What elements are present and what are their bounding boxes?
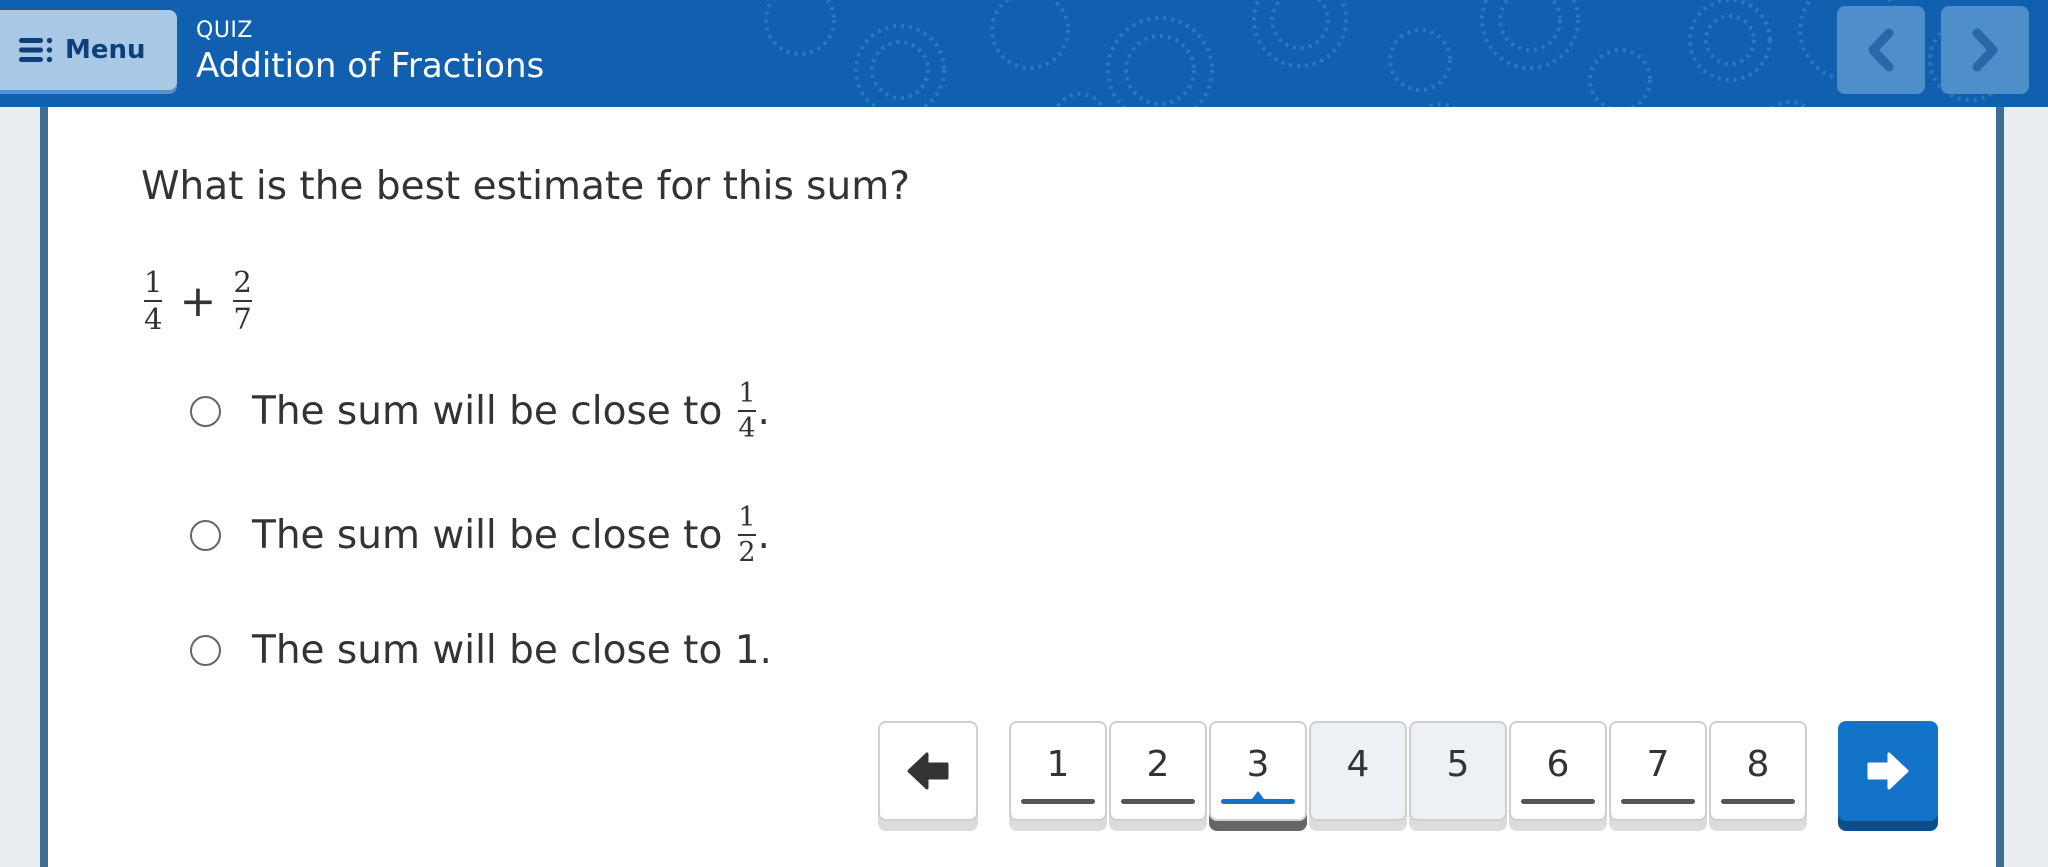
header-bar: Menu QUIZ Addition of Fractions — [0, 0, 2048, 107]
page-button-4[interactable]: 4 — [1309, 721, 1407, 821]
page-button-1[interactable]: 1 — [1009, 721, 1107, 821]
page-button-8[interactable]: 8 — [1709, 721, 1807, 821]
plus-sign: + — [179, 275, 217, 327]
radio-button[interactable] — [190, 635, 221, 666]
radio-button[interactable] — [190, 519, 221, 551]
page-button-2[interactable]: 2 — [1109, 721, 1207, 821]
current-page-indicator — [1221, 791, 1295, 804]
page-status-underline — [1021, 799, 1095, 804]
fraction-numerator: 1 — [738, 502, 756, 533]
page-title: Addition of Fractions — [196, 46, 545, 86]
option-text: The sum will be close to — [252, 512, 723, 558]
menu-list-icon — [19, 37, 53, 63]
page-status-underline — [1421, 799, 1495, 804]
option-text: The sum will be close to 1. — [252, 628, 772, 673]
arrow-left-icon — [907, 752, 949, 790]
menu-button[interactable]: Menu — [0, 10, 177, 90]
header-prev-button[interactable] — [1837, 6, 1925, 94]
fraction-numerator: 2 — [233, 265, 252, 299]
page-status-underline — [1121, 799, 1195, 804]
chevron-right-icon — [1972, 28, 1998, 72]
fraction-one-fourth: 1 4 — [144, 265, 163, 336]
fraction-two-sevenths: 2 7 — [233, 265, 252, 336]
page-number-label: 5 — [1446, 744, 1470, 785]
chevron-left-icon — [1868, 28, 1894, 72]
fraction-denominator: 7 — [233, 302, 252, 336]
fraction-bar — [738, 410, 756, 412]
header-next-button[interactable] — [1941, 6, 2029, 94]
fraction-numerator: 1 — [738, 378, 756, 409]
option-fraction: 1 2 — [738, 502, 756, 568]
page-button-6[interactable]: 6 — [1509, 721, 1607, 821]
arrow-right-icon — [1867, 752, 1909, 790]
page-button-3[interactable]: 3 — [1209, 721, 1307, 821]
quiz-kicker: QUIZ — [196, 18, 253, 43]
fraction-denominator: 4 — [144, 302, 163, 336]
page-number-label: 3 — [1246, 744, 1270, 785]
page-number-label: 1 — [1046, 744, 1070, 785]
page-number-label: 8 — [1746, 744, 1770, 785]
page-number-label: 7 — [1646, 744, 1670, 785]
previous-question-button[interactable] — [878, 721, 978, 821]
option-suffix: . — [757, 388, 770, 434]
option-text: The sum will be close to — [252, 388, 723, 434]
page-number-label: 6 — [1546, 744, 1570, 785]
menu-label: Menu — [65, 35, 146, 65]
answer-option-3[interactable]: The sum will be close to 1. — [190, 628, 772, 673]
page-button-5[interactable]: 5 — [1409, 721, 1507, 821]
radio-button[interactable] — [190, 395, 221, 427]
fraction-denominator: 2 — [738, 537, 756, 568]
option-fraction: 1 4 — [738, 378, 756, 444]
page-status-underline — [1521, 799, 1595, 804]
sum-expression: 1 4 + 2 7 — [144, 268, 252, 334]
answer-option-2[interactable]: The sum will be close to 1 2 . — [190, 504, 770, 566]
page-number-label: 4 — [1346, 744, 1370, 785]
page-status-underline — [1321, 799, 1395, 804]
page-status-underline — [1621, 799, 1695, 804]
option-suffix: . — [757, 512, 770, 558]
page-number-label: 2 — [1146, 744, 1170, 785]
answer-option-1[interactable]: The sum will be close to 1 4 . — [190, 380, 770, 442]
question-prompt: What is the best estimate for this sum? — [141, 164, 910, 209]
fraction-denominator: 4 — [738, 413, 756, 444]
page-button-7[interactable]: 7 — [1609, 721, 1707, 821]
page-status-underline — [1721, 799, 1795, 804]
fraction-numerator: 1 — [144, 265, 163, 299]
fraction-bar — [738, 534, 756, 536]
next-question-button[interactable] — [1838, 721, 1938, 821]
